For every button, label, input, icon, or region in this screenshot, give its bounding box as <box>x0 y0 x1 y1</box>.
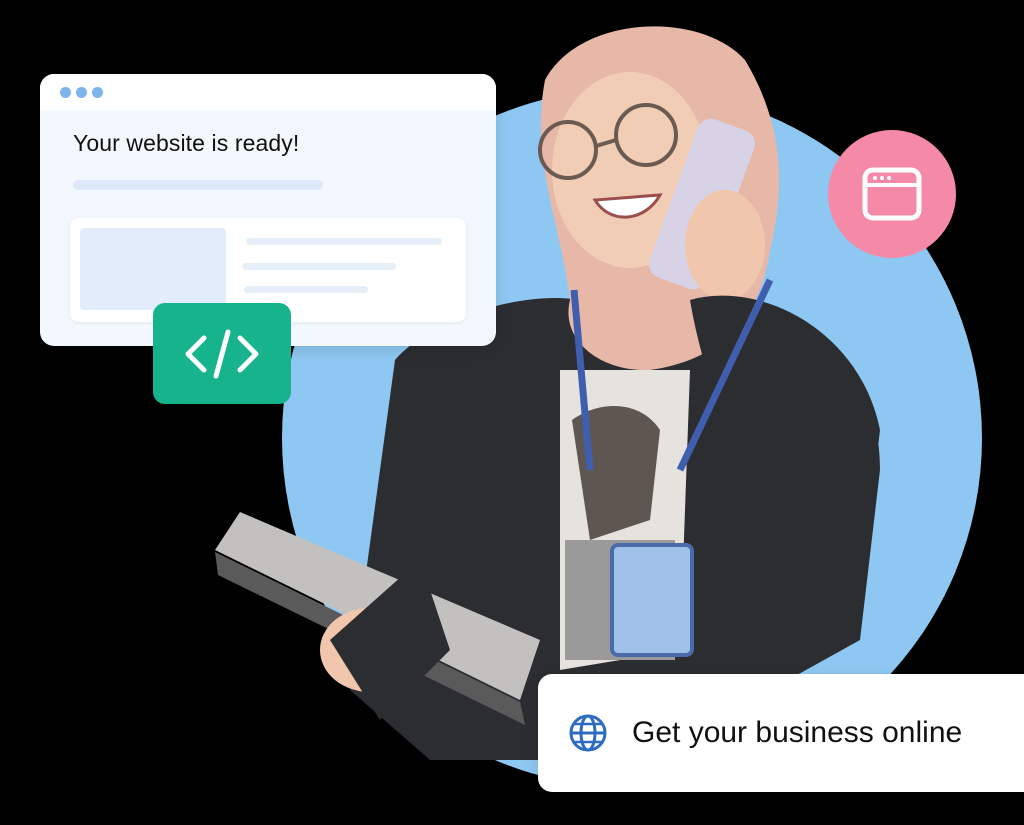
image-placeholder <box>80 228 226 310</box>
window-dot-icon <box>60 86 71 98</box>
code-icon <box>185 329 259 378</box>
placeholder-text-line <box>244 286 368 293</box>
placeholder-text-line <box>73 180 323 190</box>
get-business-online-label: Get your business online <box>632 716 963 749</box>
browser-window-badge <box>828 130 956 258</box>
placeholder-text-line <box>246 238 442 245</box>
window-dot-icon <box>92 86 103 98</box>
placeholder-text-line <box>242 263 396 270</box>
hero-illustration: Your website is ready! Get your business… <box>0 0 1024 825</box>
globe-icon <box>569 714 607 752</box>
website-ready-heading: Your website is ready! <box>73 130 300 156</box>
code-badge <box>153 303 291 404</box>
get-business-online-card: Get your business online <box>538 674 1024 792</box>
browser-title-bar <box>40 74 496 110</box>
browser-window-icon <box>862 167 922 221</box>
window-dot-icon <box>76 86 87 98</box>
